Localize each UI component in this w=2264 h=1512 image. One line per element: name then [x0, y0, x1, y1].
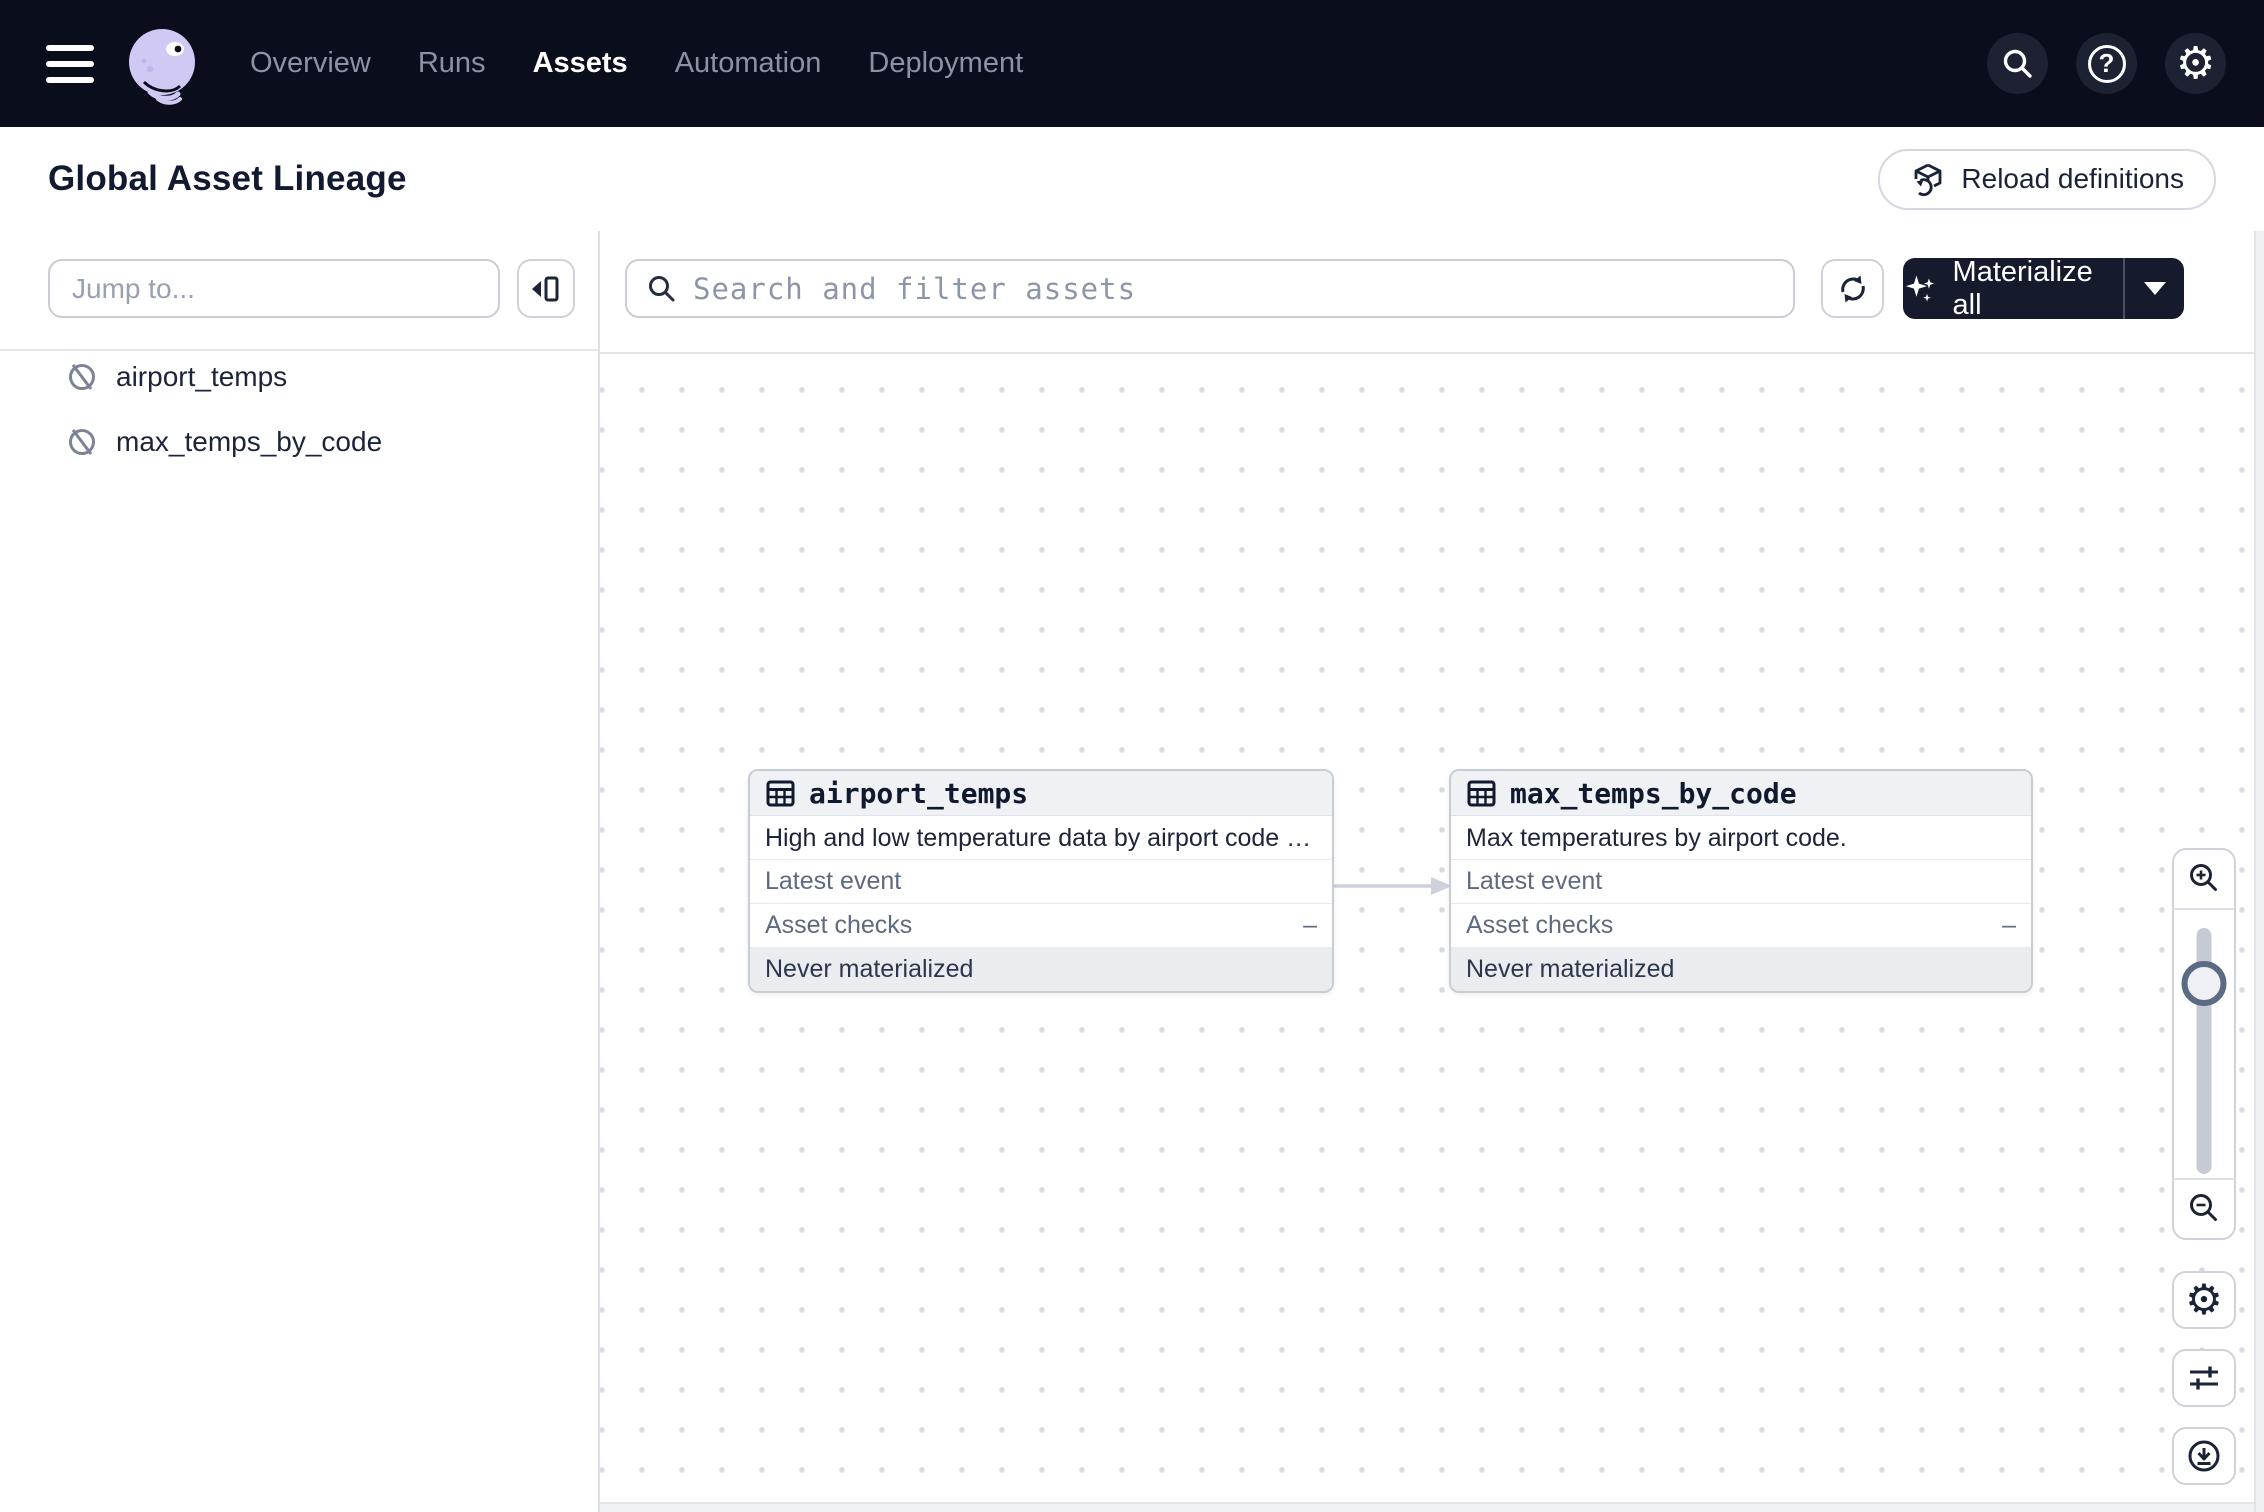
zoom-out-icon	[2187, 1192, 2221, 1226]
graph-filters-button[interactable]	[2172, 1349, 2236, 1407]
main-nav-items: Overview Runs Assets Automation Deployme…	[250, 47, 1023, 80]
asset-sidebar: airport_temps max_temps_by_code	[0, 231, 600, 1512]
settings-gear-icon: ⚙	[2176, 42, 2215, 86]
asset-name: max_temps_by_code	[116, 426, 382, 458]
latest-event-row: Latest event	[1451, 860, 2031, 904]
collapse-panel-icon	[529, 272, 563, 306]
sparkles-icon	[1903, 270, 1940, 308]
asset-checks-label: Asset checks	[765, 911, 912, 940]
zoom-slider-thumb[interactable]	[2182, 961, 2227, 1006]
nav-item-overview[interactable]: Overview	[250, 47, 371, 80]
search-button[interactable]	[1987, 33, 2048, 94]
sidebar-divider	[0, 349, 598, 351]
dagster-logo	[120, 22, 204, 106]
cube-reload-icon	[1910, 161, 1946, 197]
filter-sliders-icon	[2186, 1360, 2222, 1396]
asset-checks-value: –	[2002, 911, 2016, 940]
latest-event-label: Latest event	[765, 867, 901, 896]
vertical-scrollbar[interactable]	[2254, 231, 2264, 1512]
sidebar-item-max-temps-by-code[interactable]: max_temps_by_code	[0, 418, 590, 466]
slashed-circle-icon	[66, 426, 98, 458]
asset-node-max-temps-by-code[interactable]: max_temps_by_code Max temperatures by ai…	[1449, 769, 2033, 993]
materialize-dropdown-button[interactable]	[2123, 258, 2184, 319]
download-icon	[2186, 1438, 2222, 1474]
refresh-icon	[1835, 271, 1871, 307]
sidebar-item-airport-temps[interactable]: airport_temps	[0, 353, 590, 401]
table-icon	[1466, 778, 1497, 809]
zoom-in-button[interactable]	[2174, 850, 2234, 910]
materialize-all-label: Materialize all	[1953, 256, 2123, 322]
asset-search-input[interactable]	[625, 259, 1795, 318]
graph-settings-button[interactable]: ⚙	[2172, 1271, 2236, 1329]
search-icon	[2001, 47, 2035, 81]
settings-gear-icon: ⚙	[2185, 1279, 2223, 1321]
lineage-main-pane: Materialize all airport_temps High and l…	[600, 231, 2264, 1512]
asset-node-description: Max temperatures by airport code.	[1451, 816, 2031, 860]
reload-definitions-button[interactable]: Reload definitions	[1878, 149, 2216, 210]
zoom-control-panel	[2172, 848, 2236, 1240]
asset-checks-row: Asset checks –	[750, 904, 1332, 948]
asset-node-airport-temps[interactable]: airport_temps High and low temperature d…	[748, 769, 1334, 993]
page-title: Global Asset Lineage	[48, 159, 407, 199]
nav-item-automation[interactable]: Automation	[675, 47, 822, 80]
nav-item-runs[interactable]: Runs	[418, 47, 486, 80]
asset-node-header: max_temps_by_code	[1451, 771, 2031, 816]
horizontal-scrollbar[interactable]	[600, 1502, 2254, 1512]
reload-definitions-label: Reload definitions	[1961, 163, 2184, 195]
nav-item-deployment[interactable]: Deployment	[868, 47, 1023, 80]
asset-name: airport_temps	[116, 361, 287, 393]
top-nav-bar: Overview Runs Assets Automation Deployme…	[0, 0, 2264, 127]
zoom-in-icon	[2187, 862, 2221, 896]
asset-checks-row: Asset checks –	[1451, 904, 2031, 948]
asset-node-title: max_temps_by_code	[1510, 777, 1797, 810]
materialization-status: Never materialized	[1451, 948, 2031, 991]
asset-node-description: High and low temperature data by airport…	[750, 816, 1332, 860]
page-header: Global Asset Lineage Reload definitions	[0, 127, 2264, 231]
hamburger-menu-icon[interactable]	[46, 45, 94, 83]
latest-event-label: Latest event	[1466, 867, 1602, 896]
nav-icon-group: ? ⚙	[1987, 33, 2226, 94]
zoom-out-button[interactable]	[2174, 1178, 2234, 1238]
materialize-all-button: Materialize all	[1903, 258, 2184, 319]
chevron-down-icon	[2144, 282, 2166, 295]
asset-checks-label: Asset checks	[1466, 911, 1613, 940]
materialization-status: Never materialized	[750, 948, 1332, 991]
nav-item-assets[interactable]: Assets	[533, 47, 628, 80]
help-icon: ?	[2088, 45, 2126, 83]
asset-node-title: airport_temps	[809, 777, 1028, 810]
table-icon	[765, 778, 796, 809]
asset-node-header: airport_temps	[750, 771, 1332, 816]
slashed-circle-icon	[66, 361, 98, 393]
jump-to-input[interactable]	[48, 259, 500, 318]
materialize-all-main[interactable]: Materialize all	[1903, 258, 2123, 319]
refresh-button[interactable]	[1821, 259, 1884, 318]
collapse-sidebar-button[interactable]	[517, 259, 575, 318]
download-graph-button[interactable]	[2172, 1427, 2236, 1485]
settings-button[interactable]: ⚙	[2165, 33, 2226, 94]
latest-event-row: Latest event	[750, 860, 1332, 904]
help-button[interactable]: ?	[2076, 33, 2137, 94]
asset-checks-value: –	[1303, 911, 1317, 940]
lineage-edge-arrow	[1328, 873, 1456, 899]
